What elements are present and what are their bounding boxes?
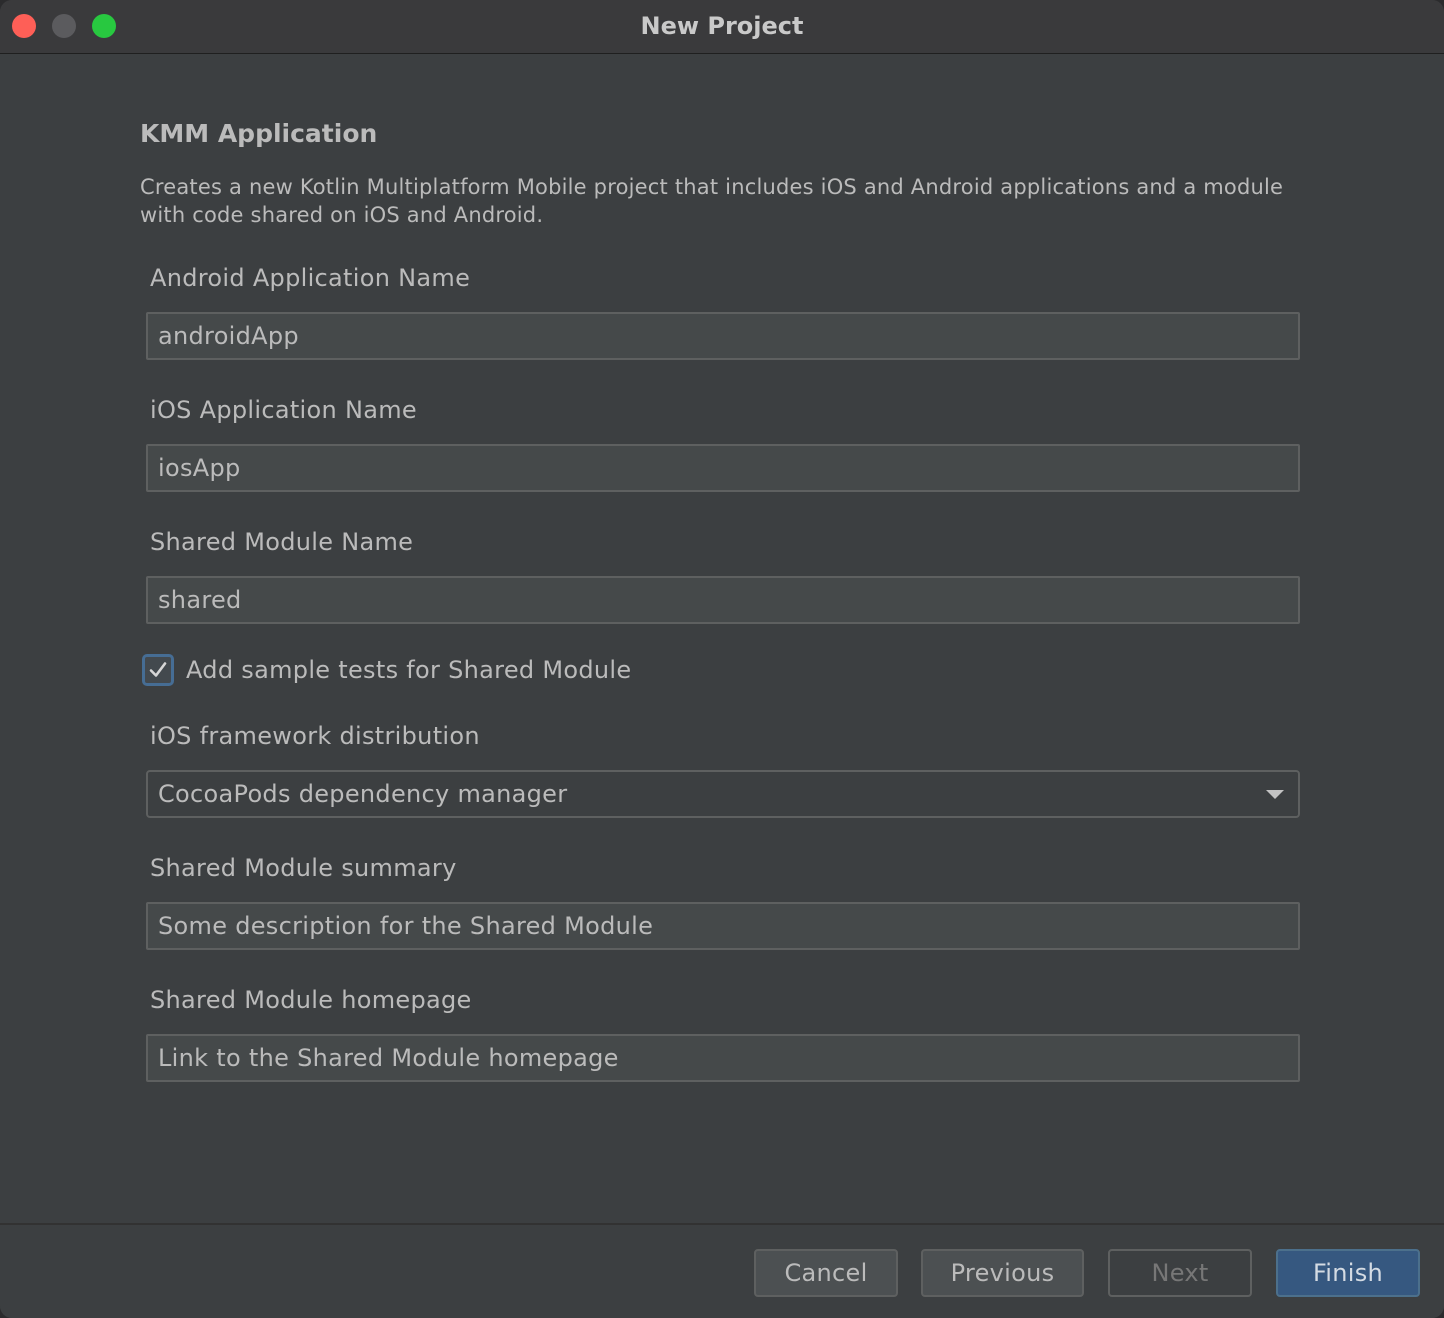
ios-framework-distribution-label: iOS framework distribution bbox=[150, 722, 480, 750]
new-project-window: New Project KMM Application Creates a ne… bbox=[0, 0, 1444, 1318]
android-app-name-input[interactable] bbox=[146, 312, 1300, 360]
sample-tests-row[interactable]: Add sample tests for Shared Module bbox=[142, 652, 631, 688]
shared-module-summary-input[interactable] bbox=[146, 902, 1300, 950]
sample-tests-label: Add sample tests for Shared Module bbox=[186, 656, 632, 684]
ios-framework-distribution-select[interactable]: CocoaPods dependency manager bbox=[146, 770, 1300, 818]
checkmark-icon bbox=[149, 662, 167, 677]
shared-module-name-label: Shared Module Name bbox=[150, 528, 414, 556]
button-bar: Cancel Previous Next Finish bbox=[0, 1223, 1444, 1318]
shared-module-homepage-input[interactable] bbox=[146, 1034, 1300, 1082]
ios-app-name-input[interactable] bbox=[146, 444, 1300, 492]
sample-tests-checkbox[interactable] bbox=[142, 654, 174, 686]
window-title: New Project bbox=[640, 12, 804, 40]
page-title: KMM Application bbox=[140, 119, 378, 148]
shared-module-homepage-label: Shared Module homepage bbox=[150, 986, 472, 1014]
cancel-button[interactable]: Cancel bbox=[754, 1249, 898, 1297]
android-app-name-label: Android Application Name bbox=[150, 264, 471, 292]
shared-module-summary-label: Shared Module summary bbox=[150, 854, 457, 882]
ios-app-name-label: iOS Application Name bbox=[150, 396, 417, 424]
page-description: Creates a new Kotlin Multiplatform Mobil… bbox=[140, 175, 1284, 227]
wizard-content: KMM Application Creates a new Kotlin Mul… bbox=[0, 55, 1444, 1223]
ios-framework-distribution-value: CocoaPods dependency manager bbox=[158, 780, 568, 808]
shared-module-name-input[interactable] bbox=[146, 576, 1300, 624]
finish-button[interactable]: Finish bbox=[1276, 1249, 1420, 1297]
previous-button[interactable]: Previous bbox=[921, 1249, 1084, 1297]
title-bar: New Project bbox=[0, 0, 1444, 54]
chevron-down-icon bbox=[1266, 789, 1284, 799]
next-button[interactable]: Next bbox=[1108, 1249, 1252, 1297]
